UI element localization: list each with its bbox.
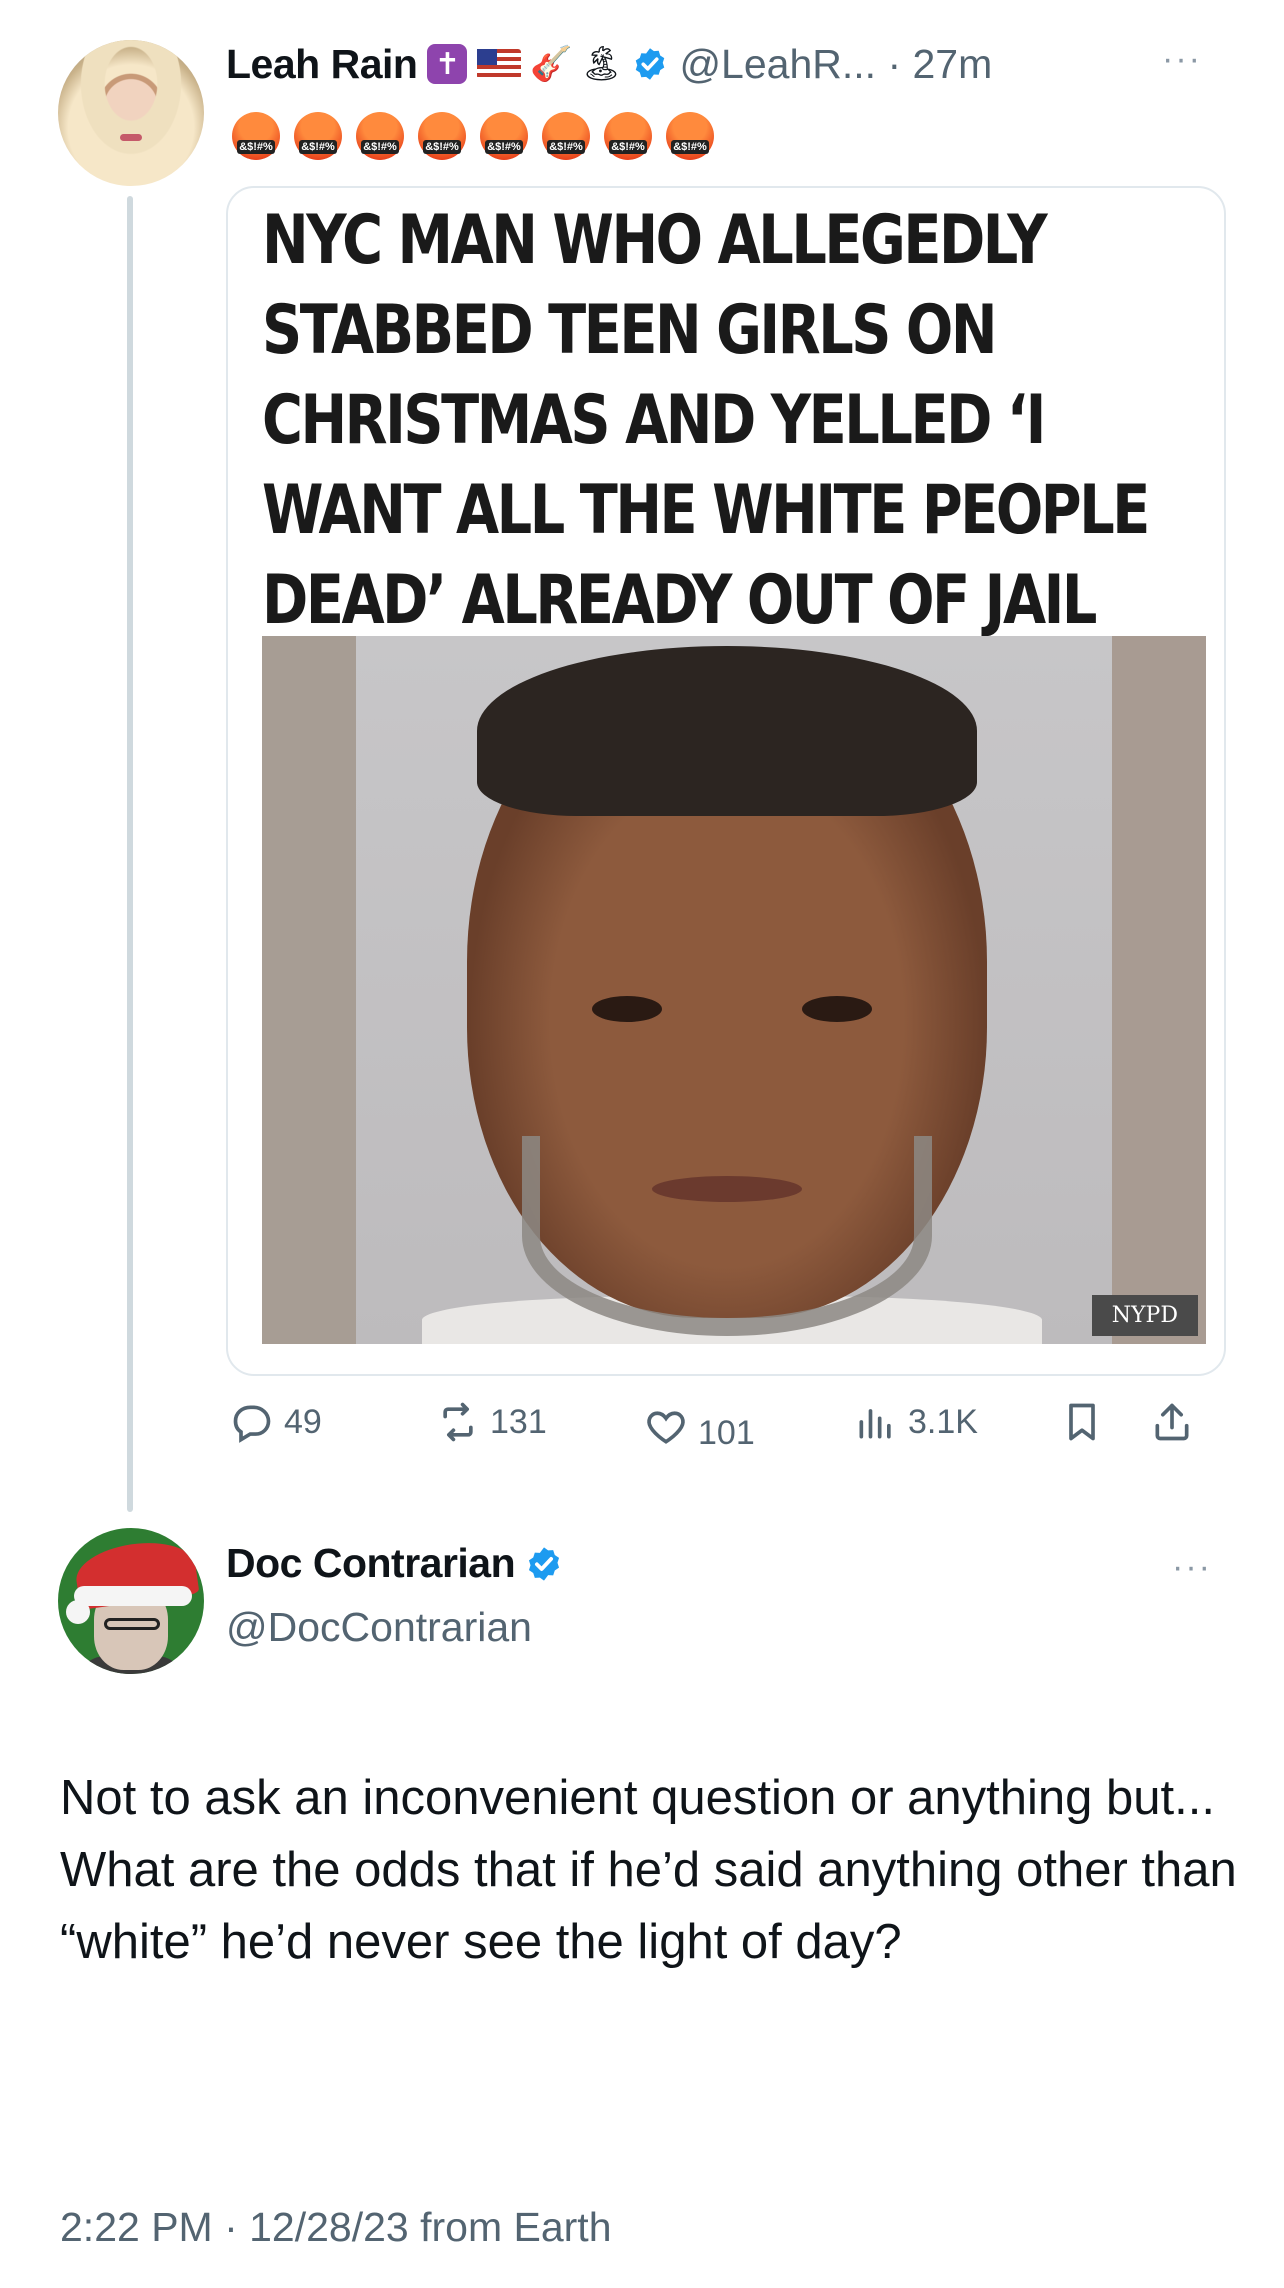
views-count: 3.1K [908, 1402, 978, 1441]
cursing-face-emoji-icon: &$!#% [294, 112, 342, 160]
santa-hat-band [74, 1586, 192, 1606]
us-flag-emoji-icon [477, 49, 522, 79]
tweet2-body: Not to ask an inconvenient question or a… [60, 1771, 1237, 1969]
tweet1-handle-time[interactable]: @LeahR... · 27m [679, 41, 992, 88]
photo-left-eye [592, 996, 662, 1022]
photo-credit-label: NYPD [1091, 1295, 1198, 1336]
avatar-hair [58, 40, 204, 186]
tweet-thread-page: Leah Rain ✝ 🎸 🏝 @LeahR... · 27m ··· &$!#… [0, 0, 1284, 2288]
avatar-glasses [104, 1618, 160, 1630]
avatar-doc-contrarian[interactable] [58, 1528, 204, 1674]
news-headline: NYC MAN WHO ALLEGEDLY STABBED TEEN GIRLS… [262, 201, 1150, 640]
reply-icon [233, 1405, 271, 1443]
photo-right-eye [802, 996, 872, 1022]
cursing-face-emoji-icon: &$!#% [480, 112, 528, 160]
repost-count: 131 [490, 1402, 547, 1441]
cursing-face-emoji-icon: &$!#% [542, 112, 590, 160]
like-count: 101 [698, 1414, 755, 1452]
reply-count: 49 [284, 1402, 322, 1441]
views-button[interactable]: 3.1K [854, 1400, 978, 1444]
photo-hair [477, 646, 977, 816]
tweet2-handle[interactable]: @DocContrarian [226, 1604, 532, 1651]
mugshot-photo[interactable]: NYPD [262, 636, 1206, 1344]
share-button[interactable] [1150, 1400, 1194, 1444]
tweet2-timestamp[interactable]: 2:22 PM · 12/28/23 from Earth [60, 2204, 612, 2251]
heart-icon [647, 1410, 685, 1444]
tweet2-header: Doc Contrarian [226, 1540, 563, 1587]
thread-connector-line [127, 196, 133, 1512]
tweet2-display-name[interactable]: Doc Contrarian [226, 1540, 516, 1587]
cursing-face-emoji-icon: &$!#% [356, 112, 404, 160]
cross-emoji-icon: ✝ [427, 44, 468, 84]
verified-badge-icon [525, 1545, 563, 1583]
tweet1-more-options-icon[interactable]: ··· [1162, 40, 1202, 79]
angry-emoji-row: &$!#% &$!#% &$!#% &$!#% &$!#% &$!#% &$!#… [232, 112, 714, 160]
tweet1-display-name[interactable]: Leah Rain [226, 41, 418, 88]
island-emoji-icon: 🏝 [579, 45, 624, 83]
tweet1-action-bar: 49 131 101 3.1K [226, 1388, 1226, 1458]
cursing-face-emoji-icon: &$!#% [418, 112, 466, 160]
bookmark-icon [1069, 1403, 1095, 1441]
cursing-face-emoji-icon: &$!#% [232, 112, 280, 160]
views-chart-icon [859, 1409, 891, 1439]
tweet2-text: Not to ask an inconvenient question or a… [60, 1762, 1240, 1978]
photo-beard [522, 1136, 932, 1336]
reply-button[interactable]: 49 [230, 1400, 322, 1444]
tweet1-media-card[interactable]: NYC MAN WHO ALLEGEDLY STABBED TEEN GIRLS… [226, 186, 1226, 1376]
tweet1-header: Leah Rain ✝ 🎸 🏝 @LeahR... · 27m [226, 36, 992, 92]
cursing-face-emoji-icon: &$!#% [666, 112, 714, 160]
tweet2-more-options-icon[interactable]: ··· [1172, 1548, 1212, 1587]
photo-mouth [652, 1176, 802, 1202]
repost-icon [443, 1402, 473, 1442]
share-icon [1155, 1403, 1189, 1441]
santa-hat-pom [66, 1600, 90, 1624]
verified-badge-icon [631, 45, 669, 83]
repost-button[interactable]: 131 [436, 1400, 547, 1444]
like-button[interactable]: 101 [644, 1400, 755, 1453]
avatar-leah-rain[interactable] [58, 40, 204, 186]
cursing-face-emoji-icon: &$!#% [604, 112, 652, 160]
guitar-emoji-icon: 🎸 [530, 45, 573, 83]
avatar-lips [120, 134, 142, 141]
bookmark-button[interactable] [1060, 1400, 1104, 1444]
